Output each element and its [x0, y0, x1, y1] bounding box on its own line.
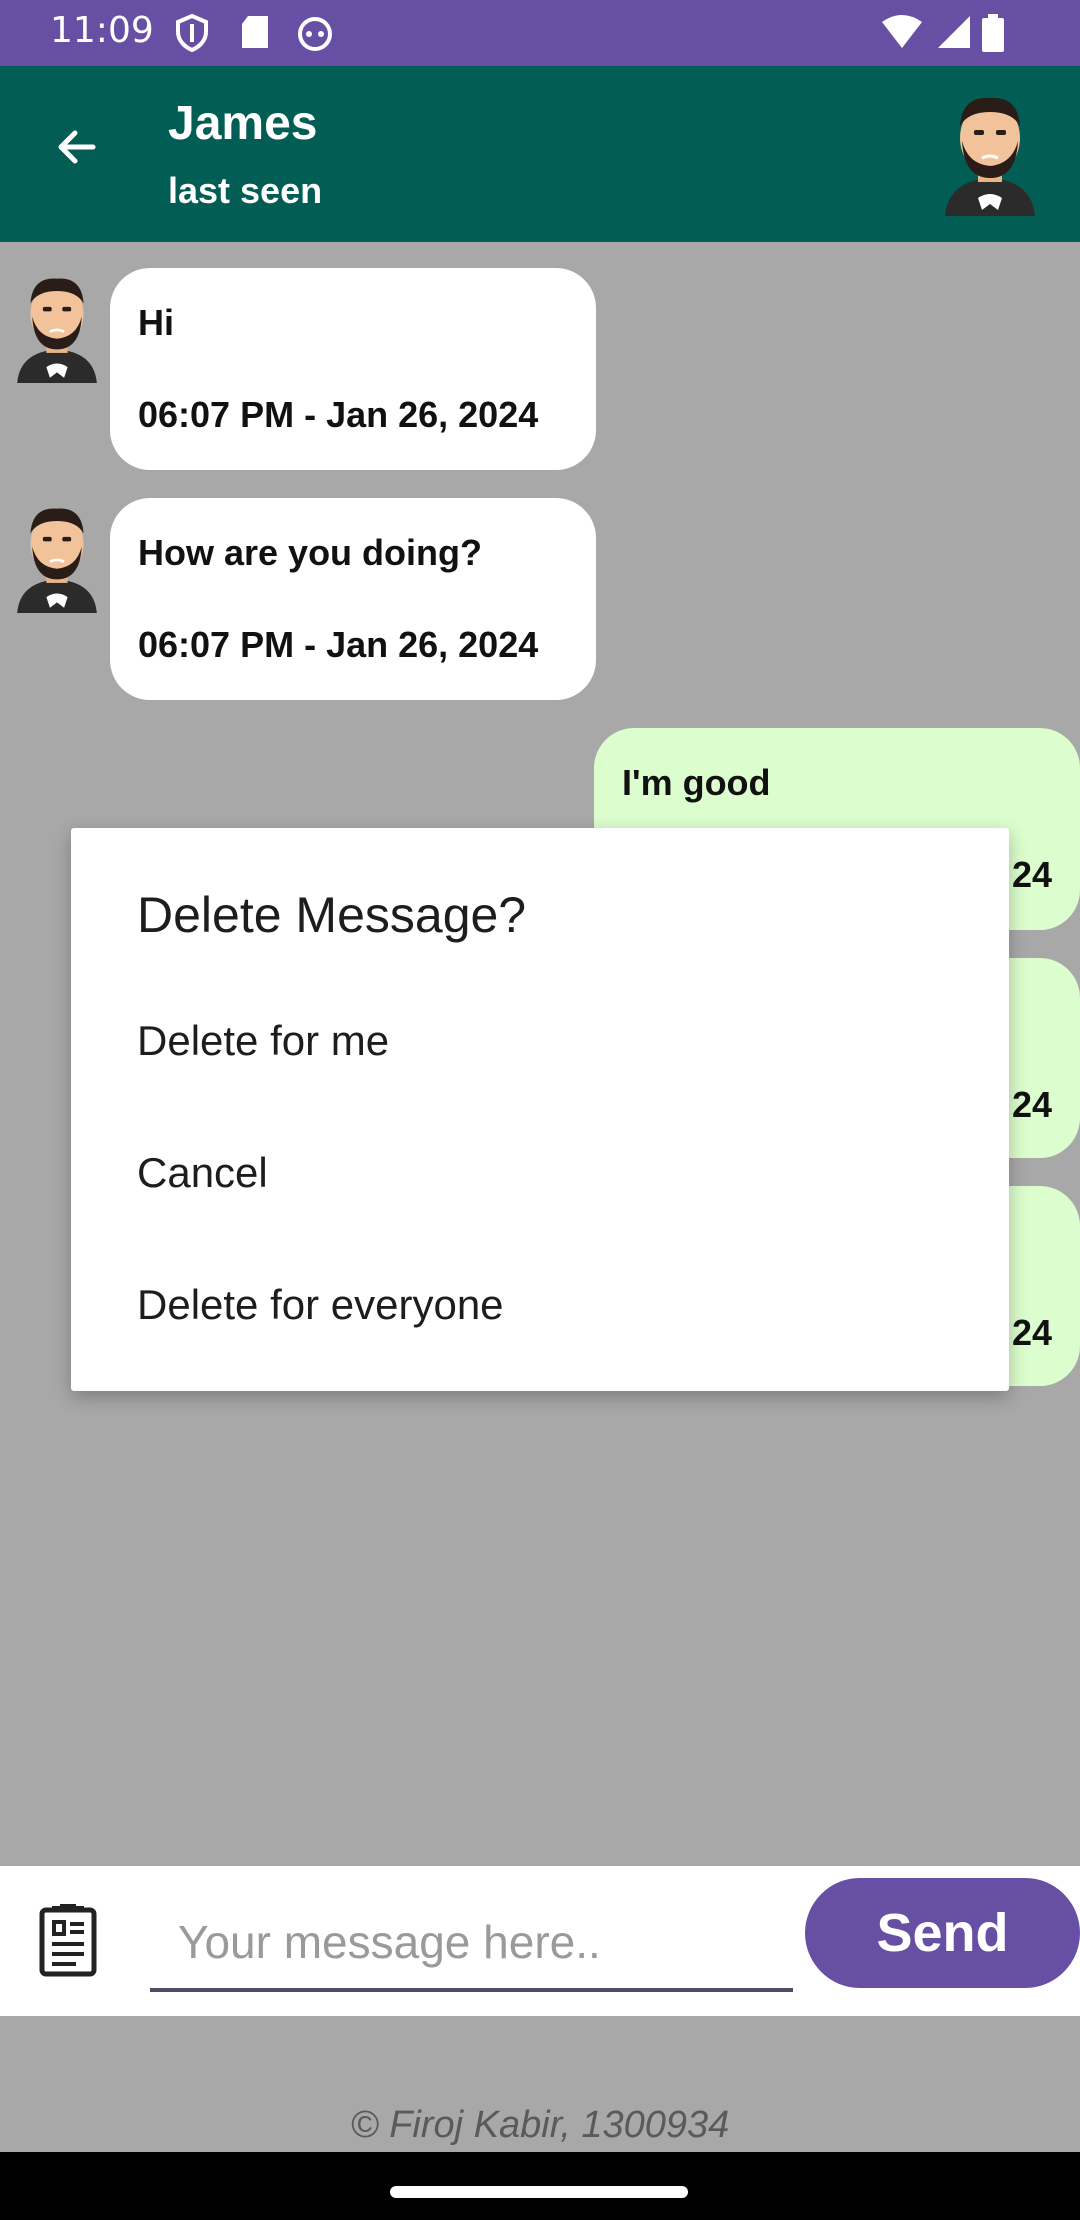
sender-avatar	[12, 498, 102, 613]
composer: Send	[0, 1866, 1080, 2016]
message-input[interactable]	[150, 1896, 793, 1992]
shield-icon	[175, 13, 209, 57]
status-time: 11:09	[50, 10, 154, 51]
back-button[interactable]	[44, 116, 110, 182]
footer: © Firoj Kabir, 1300934	[0, 2016, 1080, 2152]
message-timestamp: 06:07 PM - Jan 26, 2024	[138, 624, 539, 665]
contact-name[interactable]: James	[168, 96, 317, 151]
contact-avatar[interactable]	[940, 86, 1040, 216]
send-button[interactable]: Send	[805, 1878, 1080, 1988]
message-timestamp: 24	[1011, 854, 1052, 895]
home-indicator[interactable]	[390, 2186, 688, 2198]
message-bubble[interactable]: Hi 06:07 PM - Jan 26, 2024	[110, 268, 596, 470]
wifi-icon	[880, 14, 924, 55]
cat-face-icon	[296, 14, 334, 57]
last-seen-status: last seen	[168, 170, 323, 211]
message-text: How are you doing?	[138, 532, 483, 573]
cancel-option[interactable]: Cancel	[71, 1107, 1009, 1239]
message-text: Hi	[138, 302, 174, 343]
document-icon	[28, 1904, 100, 1982]
battery-icon	[982, 14, 1004, 57]
sd-card-icon	[240, 14, 270, 55]
message-timestamp: 24	[1011, 1312, 1052, 1353]
message-incoming[interactable]: How are you doing? 06:07 PM - Jan 26, 20…	[0, 498, 1080, 700]
navigation-bar	[0, 2152, 1080, 2220]
signal-icon	[936, 14, 972, 55]
status-bar: 11:09	[0, 0, 1080, 66]
arrow-left-icon	[53, 123, 101, 176]
delete-for-me-option[interactable]: Delete for me	[71, 975, 1009, 1107]
message-incoming[interactable]: Hi 06:07 PM - Jan 26, 2024	[0, 268, 1080, 470]
copyright-text: © Firoj Kabir, 1300934	[350, 2104, 730, 2146]
message-bubble[interactable]: How are you doing? 06:07 PM - Jan 26, 20…	[110, 498, 596, 700]
message-timestamp: 06:07 PM - Jan 26, 2024	[138, 394, 539, 435]
sender-avatar	[12, 268, 102, 383]
message-text: I'm good	[622, 762, 771, 803]
delete-message-dialog: Delete Message? Delete for me Cancel Del…	[71, 828, 1009, 1391]
message-timestamp: 24	[1011, 1084, 1052, 1125]
chat-header: James last seen	[0, 66, 1080, 242]
delete-for-everyone-option[interactable]: Delete for everyone	[71, 1239, 1009, 1371]
dialog-title: Delete Message?	[137, 887, 527, 943]
attach-button[interactable]	[28, 1894, 108, 1988]
